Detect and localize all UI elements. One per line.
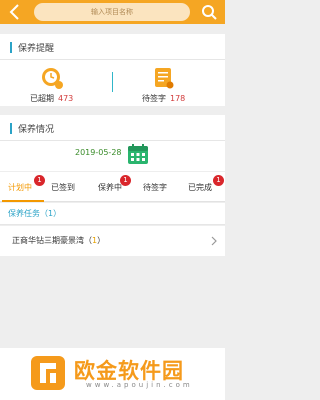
task-group-header[interactable]: 保养任务（1） bbox=[0, 203, 225, 225]
tab-completed-badge: 1 bbox=[213, 175, 224, 186]
tab-in-maintenance[interactable]: 保养中 bbox=[98, 182, 122, 193]
overdue-count: 473 bbox=[58, 94, 74, 103]
overdue-label: 已超期 bbox=[30, 94, 54, 103]
chevron-right-icon bbox=[211, 236, 217, 246]
tab-in-maintenance-badge: 1 bbox=[120, 175, 131, 186]
active-tab-underline bbox=[2, 200, 44, 202]
watermark-url: www.apoujin.com bbox=[86, 381, 193, 389]
status-tabs: 计划中 1 已签到 保养中 1 待签字 已完成 1 bbox=[0, 172, 225, 202]
search-input[interactable]: 输入项目名称 bbox=[34, 3, 190, 21]
status-header: 保养情况 bbox=[0, 115, 225, 141]
brand-logo-icon bbox=[31, 356, 65, 390]
status-card: 保养情况 2019-05-28 bbox=[0, 115, 225, 171]
pending-label: 待签字 bbox=[142, 94, 166, 103]
section-bar bbox=[10, 42, 12, 53]
reminder-card: 保养提醒 已超期 473 待签字 178 bbox=[0, 34, 225, 106]
calendar-icon[interactable] bbox=[127, 143, 149, 165]
selected-date[interactable]: 2019-05-28 bbox=[75, 148, 122, 157]
task-count-open: （ bbox=[84, 236, 92, 245]
top-bar: 输入项目名称 bbox=[0, 0, 225, 24]
document-sign-icon bbox=[154, 68, 174, 89]
divider bbox=[112, 72, 113, 92]
task-list-item[interactable]: 正商华钻三期豪景湾（1） bbox=[0, 226, 225, 256]
tab-planned[interactable]: 计划中 bbox=[8, 182, 32, 193]
pending-sign-stat[interactable]: 待签字 178 bbox=[142, 66, 185, 104]
reminder-header: 保养提醒 bbox=[0, 34, 225, 60]
tab-pending-sign[interactable]: 待签字 bbox=[143, 182, 167, 193]
tab-completed[interactable]: 已完成 bbox=[188, 182, 212, 193]
reminder-title: 保养提醒 bbox=[18, 44, 55, 54]
tab-planned-badge: 1 bbox=[34, 175, 45, 186]
search-icon[interactable] bbox=[201, 4, 217, 20]
tab-signed-in[interactable]: 已签到 bbox=[51, 182, 75, 193]
overdue-stat[interactable]: 已超期 473 bbox=[30, 66, 73, 104]
section-bar bbox=[10, 123, 12, 134]
task-name: 正商华钻三期豪景湾 bbox=[12, 236, 84, 245]
status-title: 保养情况 bbox=[18, 125, 55, 135]
task-count-close: ） bbox=[97, 236, 106, 245]
pending-count: 178 bbox=[170, 94, 186, 103]
back-chevron-icon[interactable] bbox=[8, 4, 22, 20]
clock-alert-icon bbox=[41, 68, 63, 89]
